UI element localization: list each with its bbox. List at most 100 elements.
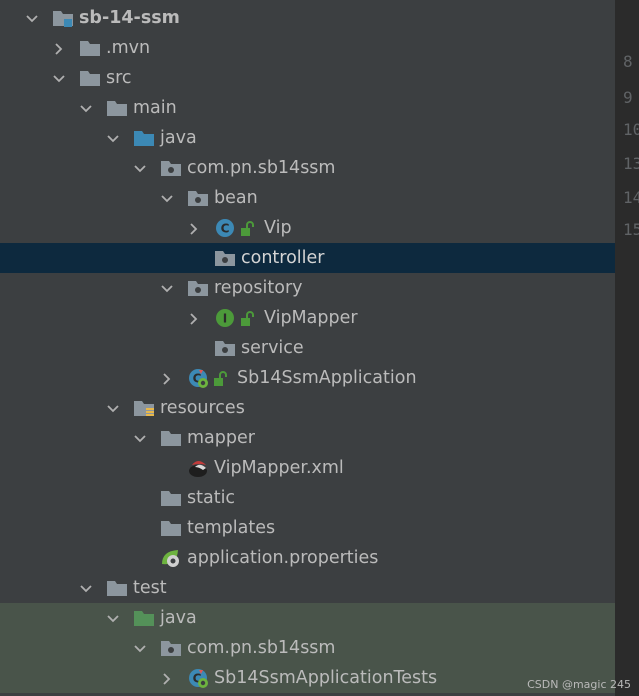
line-number: 13 [623, 154, 639, 173]
folder-icon [105, 97, 129, 119]
class-icon: C [213, 217, 237, 239]
tree-row[interactable]: service [0, 333, 615, 363]
tree-row[interactable]: C Sb14SsmApplication [0, 363, 615, 393]
tree-item-label: sb-14-ssm [79, 8, 180, 28]
package-icon [213, 247, 237, 269]
tree-row[interactable]: src [0, 63, 615, 93]
tree-item-label: bean [214, 188, 258, 208]
spring-boot-class-icon: C [186, 667, 210, 689]
mybatis-xml-icon [186, 457, 210, 479]
spring-boot-class-icon: C [186, 367, 210, 389]
tree-item-label: com.pn.sb14ssm [187, 158, 336, 178]
tree-row[interactable]: bean [0, 183, 615, 213]
line-number: 15 [623, 220, 639, 239]
svg-text:C: C [221, 222, 230, 236]
tree-item-label: test [133, 578, 167, 598]
tree-item-label: Vip [264, 218, 292, 238]
chevron-down-icon[interactable] [79, 101, 93, 115]
tree-row[interactable]: controller [0, 243, 615, 273]
module-folder-icon [51, 7, 75, 29]
tree-row[interactable]: C Sb14SsmApplicationTests [0, 663, 615, 693]
package-icon [159, 157, 183, 179]
chevron-down-icon[interactable] [52, 71, 66, 85]
tree-item-label: VipMapper.xml [214, 458, 344, 478]
editor-gutter: 8 9 10 13 14 15 [615, 0, 639, 696]
tree-item-label: src [106, 68, 132, 88]
folder-icon [159, 487, 183, 509]
tree-item-label: static [187, 488, 236, 508]
line-number: 14 [623, 188, 639, 207]
chevron-right-icon[interactable] [160, 671, 174, 685]
lock-open-icon [240, 311, 254, 327]
chevron-down-icon[interactable] [79, 581, 93, 595]
line-number: 10 [623, 120, 639, 139]
tree-item-label: controller [241, 248, 325, 268]
chevron-down-icon[interactable] [133, 641, 147, 655]
watermark: CSDN @magic 245 [527, 678, 631, 691]
tree-row[interactable]: sb-14-ssm [0, 3, 615, 33]
package-icon [186, 187, 210, 209]
lock-open-icon [213, 371, 227, 387]
folder-icon [78, 67, 102, 89]
tree-item-label: java [160, 608, 197, 628]
resources-folder-icon [132, 397, 156, 419]
chevron-down-icon[interactable] [25, 11, 39, 25]
tree-item-label: application.properties [187, 548, 379, 568]
spring-properties-icon [159, 547, 183, 569]
lock-open-icon [240, 221, 254, 237]
tree-row[interactable]: I VipMapper [0, 303, 615, 333]
line-number: 8 [623, 52, 633, 71]
tree-item-label: service [241, 338, 304, 358]
chevron-down-icon[interactable] [160, 281, 174, 295]
tree-row[interactable]: main [0, 93, 615, 123]
tree-item-label: mapper [187, 428, 255, 448]
chevron-down-icon[interactable] [106, 611, 120, 625]
tree-item-label: com.pn.sb14ssm [187, 638, 336, 658]
interface-icon: I [213, 307, 237, 329]
tree-item-label: Sb14SsmApplication [237, 368, 417, 388]
line-number: 9 [623, 88, 633, 107]
chevron-right-icon[interactable] [52, 41, 66, 55]
package-icon [186, 277, 210, 299]
svg-text:I: I [223, 312, 227, 326]
tree-row[interactable]: com.pn.sb14ssm [0, 633, 615, 663]
test-root-folder-icon [132, 607, 156, 629]
folder-icon [78, 37, 102, 59]
chevron-right-icon[interactable] [187, 311, 201, 325]
chevron-down-icon[interactable] [133, 431, 147, 445]
tree-item-label: java [160, 128, 197, 148]
tree-row[interactable]: com.pn.sb14ssm [0, 153, 615, 183]
tree-row[interactable]: mapper [0, 423, 615, 453]
chevron-right-icon[interactable] [187, 221, 201, 235]
chevron-down-icon[interactable] [106, 401, 120, 415]
project-tree: sb-14-ssm .mvn src main java com.pn.sb14ssm be… [0, 3, 615, 696]
tree-row[interactable]: C Vip [0, 213, 615, 243]
folder-icon [159, 427, 183, 449]
tree-row[interactable]: application.properties [0, 543, 615, 573]
chevron-down-icon[interactable] [160, 191, 174, 205]
source-root-folder-icon [132, 127, 156, 149]
folder-icon [105, 577, 129, 599]
tree-item-label: templates [187, 518, 276, 538]
tree-row[interactable]: java [0, 603, 615, 633]
tree-item-label: main [133, 98, 177, 118]
tree-row[interactable]: static [0, 483, 615, 513]
package-icon [213, 337, 237, 359]
tree-row[interactable]: .mvn [0, 33, 615, 63]
tree-item-label: repository [214, 278, 303, 298]
tree-row[interactable]: templates [0, 513, 615, 543]
tree-row[interactable]: repository [0, 273, 615, 303]
folder-icon [159, 517, 183, 539]
chevron-down-icon[interactable] [133, 161, 147, 175]
tree-row[interactable]: VipMapper.xml [0, 453, 615, 483]
chevron-down-icon[interactable] [106, 131, 120, 145]
tree-row[interactable]: test [0, 573, 615, 603]
tree-item-label: Sb14SsmApplicationTests [214, 668, 438, 688]
chevron-right-icon[interactable] [160, 371, 174, 385]
tree-item-label: .mvn [106, 38, 151, 58]
tree-item-label: VipMapper [264, 308, 358, 328]
tree-row[interactable]: java [0, 123, 615, 153]
package-icon [159, 637, 183, 659]
tree-row[interactable]: resources [0, 393, 615, 423]
tree-item-label: resources [160, 398, 245, 418]
